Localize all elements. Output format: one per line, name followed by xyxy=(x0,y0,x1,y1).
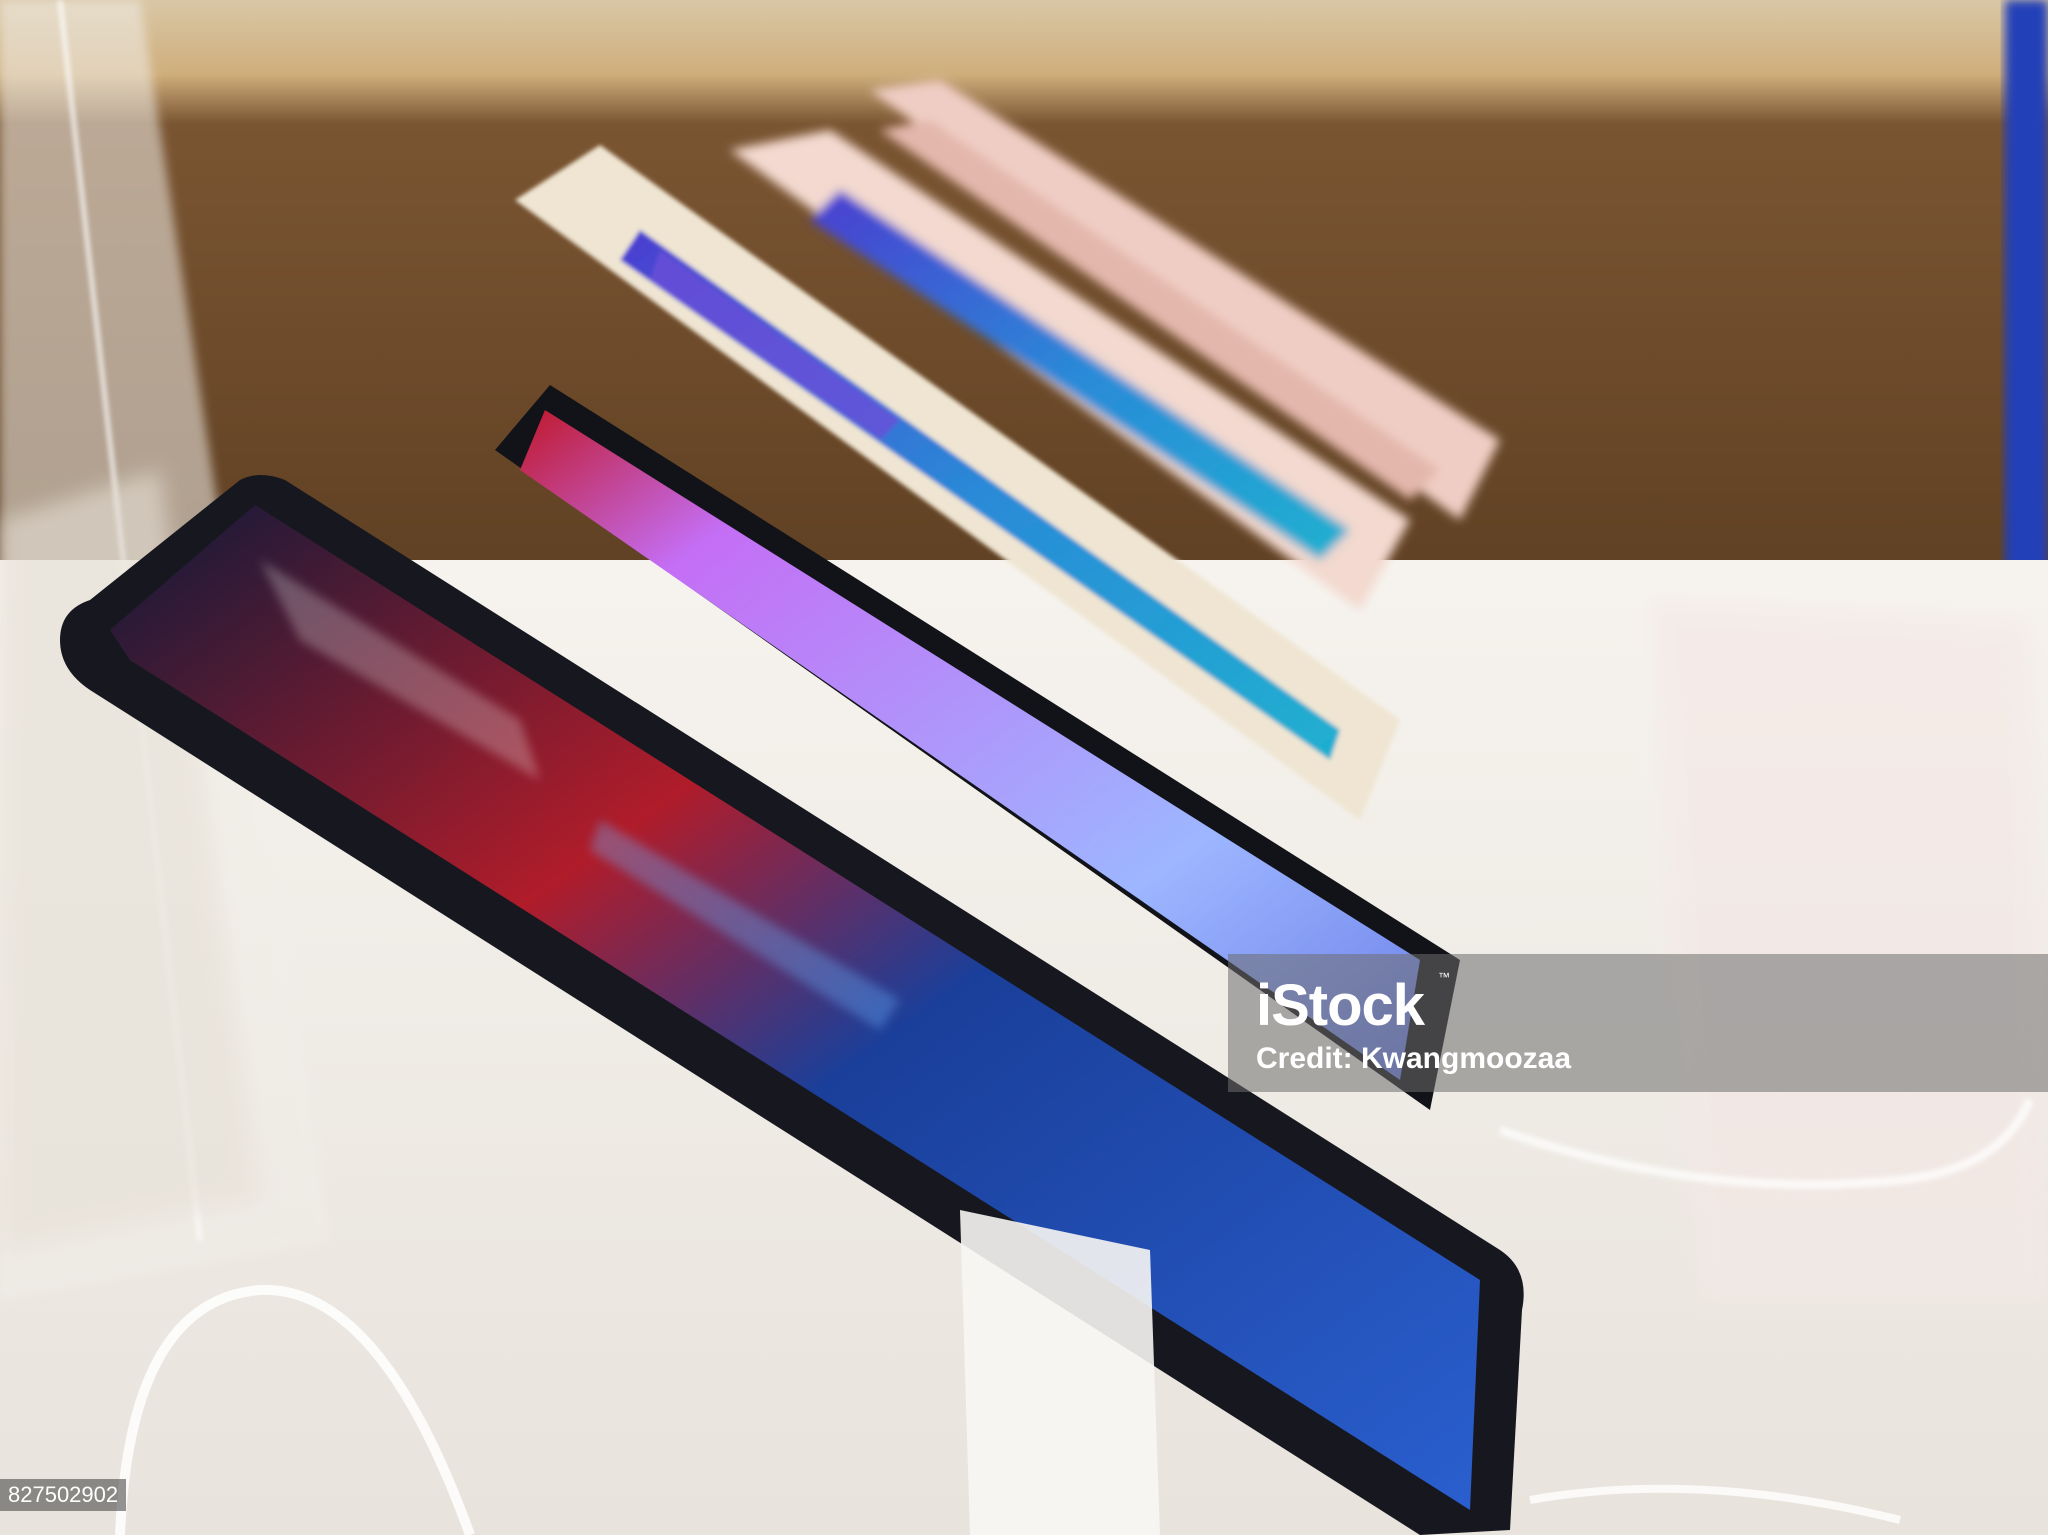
image-id-label: 827502902 xyxy=(0,1479,127,1511)
blue-pillar xyxy=(2005,0,2048,580)
store-display-photo xyxy=(0,0,2048,1535)
trademark-symbol: ™ xyxy=(1438,970,1450,984)
istock-logo: iStock xyxy=(1256,973,1425,1038)
photo-credit: Credit: Kwangmoozaa xyxy=(1256,1042,1572,1075)
stand-front xyxy=(960,1210,1160,1535)
istock-watermark: iStock ™ Credit: Kwangmoozaa xyxy=(1228,954,2048,1092)
